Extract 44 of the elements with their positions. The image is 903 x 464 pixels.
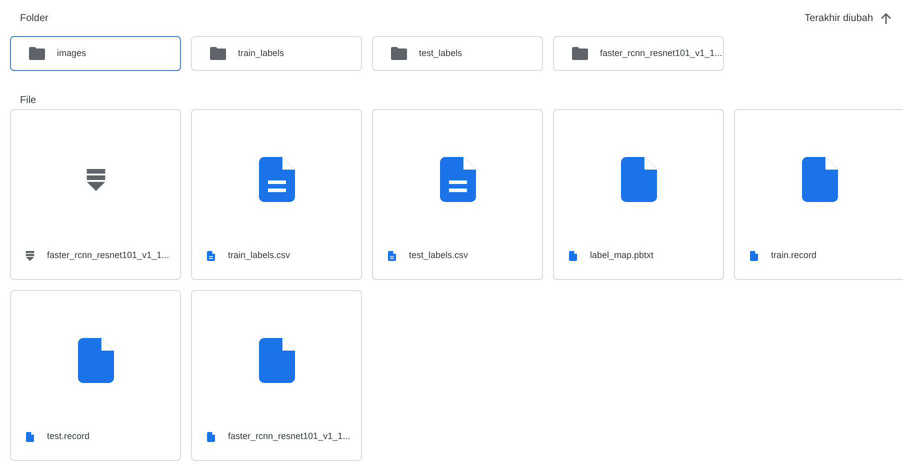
file-card[interactable]: train_labels.csv	[191, 109, 362, 280]
section-heading: Folder	[20, 12, 48, 26]
file-name: test_labels.csv	[409, 249, 468, 262]
archive-icon	[25, 251, 35, 261]
folder-name: faster_rcnn_resnet101_v1_1...	[600, 46, 722, 60]
file-name: label_map.pbtxt	[590, 249, 654, 262]
folder-name: test_labels	[419, 46, 462, 60]
file-card[interactable]: label_map.pbtxt	[553, 109, 724, 280]
file-name: train_labels.csv	[228, 249, 290, 262]
file-icon	[802, 157, 838, 202]
arrow-up-icon	[881, 13, 891, 24]
file-card[interactable]: test_labels.csv	[372, 109, 543, 280]
file-icon	[26, 432, 34, 442]
document-icon	[207, 251, 215, 261]
file-card[interactable]: test.record	[10, 290, 181, 461]
folder-icon	[572, 47, 588, 60]
sort-button[interactable]: Terakhir diubah	[804, 11, 891, 26]
folder-name: images	[57, 46, 86, 60]
file-card[interactable]: faster_rcnn_resnet101_v1_1...	[191, 290, 362, 461]
folder-name: train_labels	[238, 46, 284, 60]
folder-icon	[210, 47, 226, 60]
file-name: faster_rcnn_resnet101_v1_1...	[47, 249, 170, 262]
document-icon	[388, 251, 396, 261]
document-icon	[258, 157, 294, 202]
file-name: test.record	[47, 430, 90, 444]
folder-icon	[391, 47, 407, 60]
archive-icon	[84, 168, 106, 190]
file-icon	[78, 338, 114, 383]
folder-tile[interactable]: test_labels	[372, 36, 543, 71]
folder-tile[interactable]: images	[10, 36, 181, 71]
file-icon	[258, 338, 294, 383]
folder-icon	[29, 47, 45, 60]
file-icon	[750, 251, 758, 261]
section-heading: File	[20, 95, 36, 106]
file-name: train.record	[771, 249, 817, 262]
document-icon	[440, 157, 476, 202]
file-name: faster_rcnn_resnet101_v1_1...	[228, 430, 350, 444]
file-icon	[569, 251, 577, 261]
file-icon	[207, 432, 215, 442]
file-card[interactable]: train.record	[734, 109, 903, 280]
folder-tile[interactable]: train_labels	[191, 36, 362, 71]
file-icon	[620, 157, 656, 202]
file-card[interactable]: faster_rcnn_resnet101_v1_1...	[10, 109, 181, 280]
folder-tile[interactable]: faster_rcnn_resnet101_v1_1...	[553, 36, 724, 71]
